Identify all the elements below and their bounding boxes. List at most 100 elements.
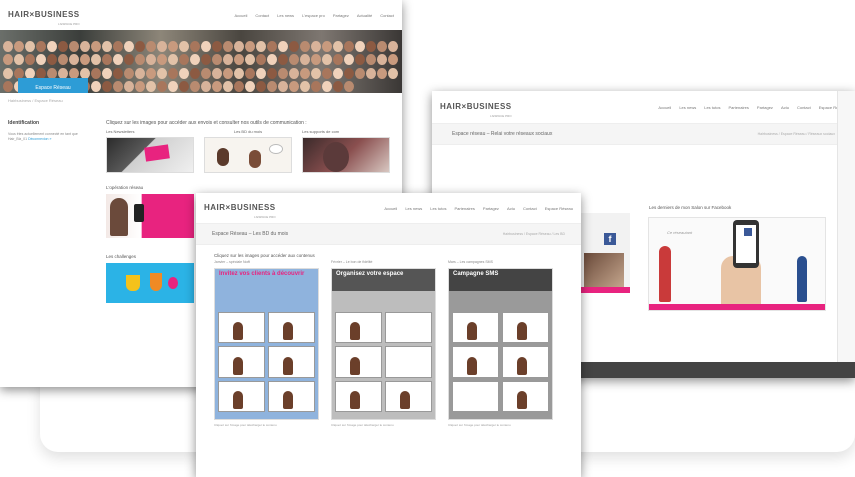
crowd-face — [376, 41, 387, 52]
comic-panel — [268, 312, 315, 344]
nav-item[interactable]: Actu — [781, 105, 789, 110]
crowd-face — [189, 80, 200, 92]
operation-banner[interactable] — [106, 194, 194, 238]
crowd-face — [365, 41, 376, 52]
crowd-face — [178, 80, 189, 92]
nav-item[interactable]: Accueil — [234, 13, 247, 18]
crowd-face — [68, 41, 79, 52]
crowd-face — [277, 80, 288, 92]
sidebar: Identification Vous êtes actuellement co… — [8, 120, 94, 303]
woman-figure — [659, 246, 671, 302]
crowd-face — [167, 67, 178, 79]
nav-item[interactable]: Accueil — [658, 105, 671, 110]
window-bd: HAIR×BUSINESS L'ESPACE PRO Accueil Les n… — [196, 193, 581, 477]
nav-item[interactable]: Contact — [255, 13, 269, 18]
character — [282, 322, 293, 341]
crowd-face — [343, 67, 354, 79]
facebook-card-left[interactable]: f — [580, 213, 630, 293]
comic-caption: Cliquez sur l'image pour télécharger le … — [331, 423, 394, 427]
crowd-face — [112, 67, 123, 79]
character — [349, 356, 360, 375]
crowd-face — [90, 67, 101, 79]
crowd-face — [343, 80, 354, 92]
nav-menu: Accueil Les news Les tutos Partenaires P… — [658, 105, 847, 110]
nav-item[interactable]: Partagez — [333, 13, 349, 18]
bd-thumbnail[interactable] — [204, 137, 292, 173]
espace-reseau-button[interactable]: Espace Réseau — [18, 78, 88, 93]
nav-item[interactable]: Partenaires — [454, 206, 474, 211]
crowd-face — [343, 41, 354, 52]
comic-label: Mars – Les campagnes SMS — [448, 260, 493, 264]
crowd-face — [332, 80, 343, 92]
character — [349, 322, 360, 341]
header: HAIR×BUSINESS L'ESPACE PRO Accueil Les n… — [432, 91, 855, 123]
nav-item[interactable]: Actualité — [357, 13, 372, 18]
breadcrumb[interactable]: Hairbusiness / Espace Réseau / Réseaux s… — [758, 132, 835, 136]
logo-sub: L'ESPACE PRO — [254, 215, 276, 219]
comic-panel — [335, 380, 382, 412]
nav-item[interactable]: Contact — [523, 206, 537, 211]
nav-item[interactable]: Les news — [679, 105, 696, 110]
crowd-face — [90, 41, 101, 52]
right-strip — [837, 91, 855, 362]
header: HAIR×BUSINESS L'ESPACE PRO Accueil Conta… — [0, 0, 402, 30]
crowd-face — [13, 54, 24, 66]
nav-item[interactable]: Les news — [277, 13, 294, 18]
nav-item[interactable]: Partagez — [757, 105, 773, 110]
nav-item[interactable]: Contact — [380, 13, 394, 18]
challenges-banner[interactable] — [106, 263, 194, 303]
post-image — [584, 253, 624, 289]
nav-item[interactable]: L'espace pro — [302, 13, 325, 18]
crowd-face — [310, 41, 321, 52]
comic-panels — [449, 309, 552, 415]
crowd-face — [299, 80, 310, 92]
nav-item[interactable]: Espace Réseau — [545, 206, 573, 211]
character — [466, 356, 477, 375]
crowd-face — [112, 41, 123, 52]
breadcrumb[interactable]: Hairbusiness / Espace Réseau / Les BD — [503, 232, 565, 236]
crowd-face — [57, 54, 68, 66]
crowd-face — [24, 67, 35, 79]
nav-item[interactable]: Partenaires — [728, 105, 748, 110]
facebook-illustration[interactable]: Ce réseautant — [648, 217, 826, 311]
breadcrumb[interactable]: Hairbusiness / Espace Réseau — [0, 93, 402, 108]
crowd-face — [134, 41, 145, 52]
crowd-face — [123, 54, 134, 66]
crowd-face — [46, 54, 57, 66]
nav-item[interactable]: Contact — [797, 105, 811, 110]
logo[interactable]: HAIR×BUSINESS L'ESPACE PRO — [8, 4, 80, 26]
nav-item[interactable]: Les tutos — [430, 206, 446, 211]
crowd-face — [288, 80, 299, 92]
comic-header: Organisez votre espace — [332, 269, 435, 291]
crowd-face — [145, 54, 156, 66]
logo[interactable]: HAIR×BUSINESS L'ESPACE PRO — [204, 197, 276, 219]
crowd-face — [255, 80, 266, 92]
nav-menu: Accueil Contact Les news L'espace pro Pa… — [234, 13, 394, 18]
comic-label: Février – Le bon de fidélité — [331, 260, 373, 264]
comic-caption: Cliquez sur l'image pour télécharger le … — [214, 423, 277, 427]
crowd-face — [299, 54, 310, 66]
crowd-face — [321, 41, 332, 52]
logo[interactable]: HAIR×BUSINESS L'ESPACE PRO — [440, 96, 512, 118]
resource-columns: Les Newsletters Les BD du mois Les suppo… — [106, 129, 394, 173]
crowd-face — [189, 41, 200, 52]
logout-link[interactable]: Déconnexion » — [28, 137, 51, 141]
comic-card[interactable]: Campagne SMS — [448, 268, 553, 420]
supports-thumbnail[interactable] — [302, 137, 390, 173]
comic-panel — [385, 312, 432, 344]
logo-sub: L'ESPACE PRO — [58, 22, 80, 26]
crowd-face — [233, 80, 244, 92]
nav-item[interactable]: Les tutos — [704, 105, 720, 110]
comic-title: Invitez vos clients à découvrir — [219, 271, 305, 277]
nav-item[interactable]: Partagez — [483, 206, 499, 211]
comic-card[interactable]: Invitez vos clients à découvrir — [214, 268, 319, 420]
newsletter-thumbnail[interactable] — [106, 137, 194, 173]
comic-panel — [502, 346, 549, 378]
nav-item[interactable]: Accueil — [384, 206, 397, 211]
crowd-face — [288, 41, 299, 52]
crowd-face — [354, 67, 365, 79]
comic-card[interactable]: Organisez votre espace — [331, 268, 436, 420]
sidebar-heading: Identification — [8, 120, 40, 126]
nav-item[interactable]: Actu — [507, 206, 515, 211]
nav-item[interactable]: Les news — [405, 206, 422, 211]
